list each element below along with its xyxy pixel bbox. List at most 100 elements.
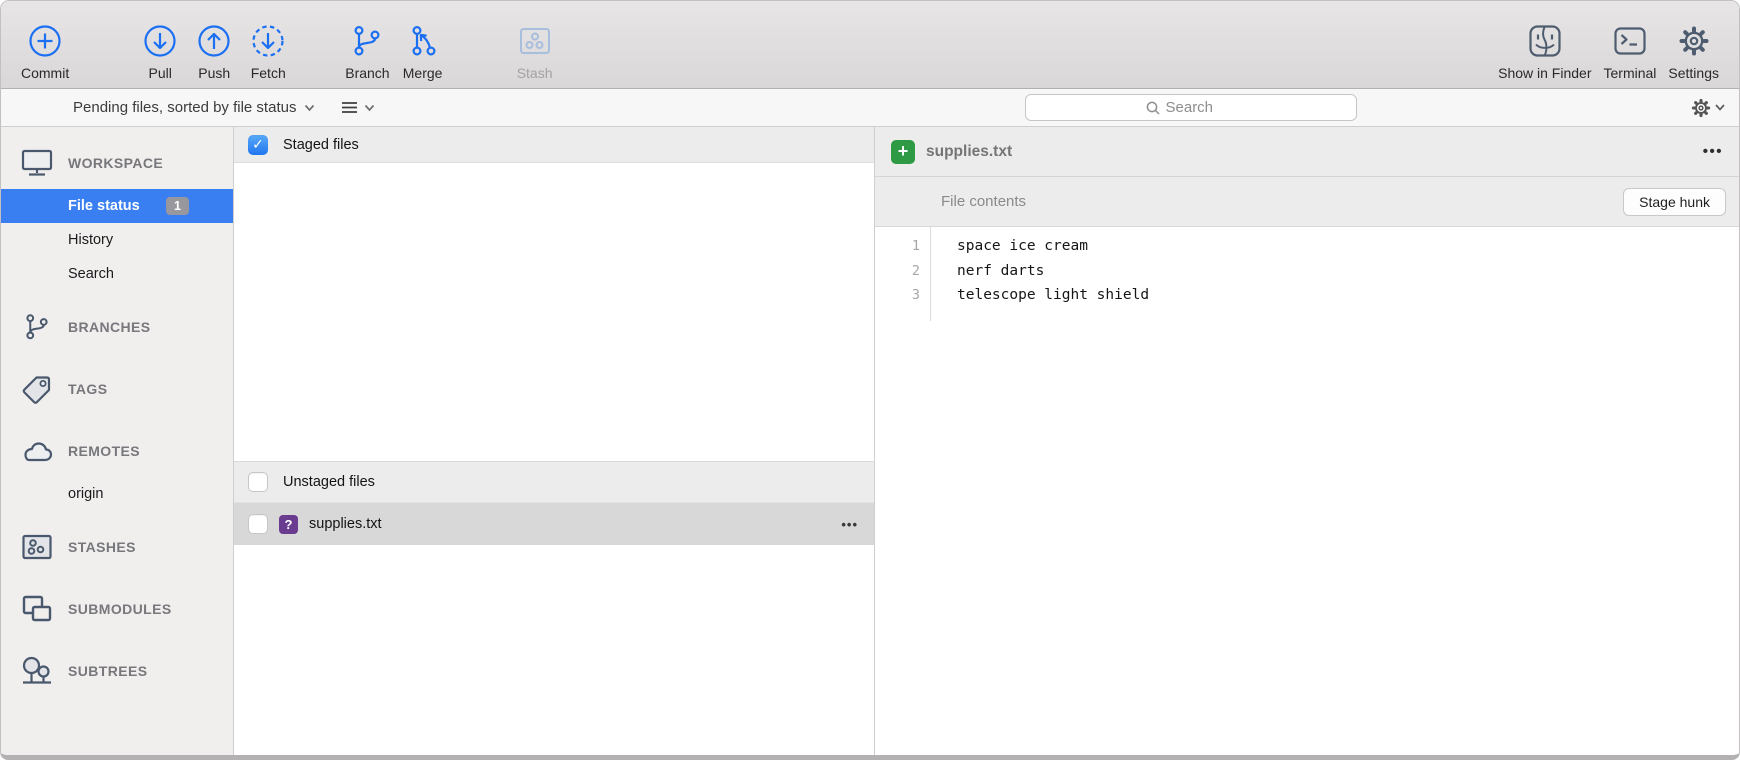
sidebar: WORKSPACE File status 1 History Search <box>1 127 234 755</box>
sidebar-section-submodules[interactable]: SUBMODULES <box>1 583 233 635</box>
stash-icon <box>516 19 554 63</box>
push-icon <box>195 19 233 63</box>
sidebar-section-workspace[interactable]: WORKSPACE <box>1 137 233 189</box>
unstaged-files-header: Unstaged files <box>234 461 874 503</box>
sidebar-section-subtrees[interactable]: SUBTREES <box>1 645 233 697</box>
merge-icon <box>404 19 442 63</box>
line-number: 1 <box>875 234 930 259</box>
stash-button[interactable]: Stash <box>508 1 562 88</box>
show-in-finder-label: Show in Finder <box>1498 65 1591 81</box>
pull-button[interactable]: Pull <box>133 1 187 88</box>
sidebar-item-search[interactable]: Search <box>1 257 233 291</box>
list-options-dropdown[interactable] <box>341 101 375 114</box>
sidebar-section-label: STASHES <box>68 539 136 555</box>
terminal-label: Terminal <box>1604 65 1657 81</box>
hunk-header: File contents Stage hunk <box>875 177 1739 227</box>
file-row-supplies[interactable]: ? supplies.txt ••• <box>234 503 874 545</box>
sidebar-section-label: SUBTREES <box>68 663 147 679</box>
sidebar-item-label: Search <box>68 266 114 282</box>
sidebar-section-branches[interactable]: BRANCHES <box>1 301 233 353</box>
hunk-title: File contents <box>941 193 1026 210</box>
commit-button[interactable]: Commit <box>15 1 75 88</box>
file-name: supplies.txt <box>309 516 382 532</box>
settings-label: Settings <box>1668 65 1719 81</box>
staged-files-checkbox[interactable]: ✓ <box>248 135 268 155</box>
sidebar-item-label: File status <box>68 198 140 214</box>
gear-icon <box>1676 19 1712 63</box>
code-line: nerf darts <box>957 259 1739 284</box>
file-status-list: ✓ Staged files Unstaged files ? supplies… <box>234 127 875 755</box>
branch-icon <box>19 311 55 343</box>
toolbar: Commit Pull Push Fetch Branch <box>1 1 1739 89</box>
panel-settings-dropdown[interactable] <box>1690 97 1725 119</box>
sidebar-item-file-status[interactable]: File status 1 <box>1 189 233 223</box>
commit-icon <box>26 19 64 63</box>
search-field[interactable] <box>1025 94 1357 121</box>
sidebar-section-label: WORKSPACE <box>68 155 163 171</box>
branch-button[interactable]: Branch <box>339 1 395 88</box>
search-icon <box>1146 101 1160 115</box>
pull-icon <box>141 19 179 63</box>
cloud-icon <box>19 437 55 465</box>
stash-label: Stash <box>517 65 553 81</box>
monitor-icon <box>19 147 55 179</box>
unstaged-files-checkbox[interactable] <box>248 472 268 492</box>
staged-files-label: Staged files <box>283 137 359 153</box>
staged-files-header: ✓ Staged files <box>234 127 874 163</box>
terminal-button[interactable]: Terminal <box>1598 1 1663 88</box>
stage-hunk-button[interactable]: Stage hunk <box>1623 188 1726 216</box>
view-mode-dropdown[interactable]: Pending files, sorted by file status <box>73 99 315 116</box>
sidebar-item-label: origin <box>68 486 103 502</box>
push-label: Push <box>198 65 230 81</box>
file-contents-view: 1 2 3 space ice cream nerf darts telesco… <box>875 227 1739 755</box>
sidebar-section-tags[interactable]: TAGS <box>1 363 233 415</box>
sidebar-item-label: History <box>68 232 113 248</box>
added-plus-badge: + <box>891 140 915 164</box>
sidebar-section-label: TAGS <box>68 381 107 397</box>
diff-file-header: + supplies.txt ••• <box>875 127 1739 177</box>
commit-label: Commit <box>21 65 69 81</box>
branch-label: Branch <box>345 65 389 81</box>
gear-icon <box>1690 97 1712 119</box>
unstaged-files-label: Unstaged files <box>283 474 375 490</box>
filter-bar-right <box>642 89 1739 126</box>
merge-button[interactable]: Merge <box>396 1 450 88</box>
sidebar-section-remotes[interactable]: REMOTES <box>1 425 233 477</box>
main-area: Pending files, sorted by file status <box>1 89 1739 755</box>
stash-box-icon <box>19 532 55 562</box>
submodules-icon <box>19 593 55 625</box>
fetch-button[interactable]: Fetch <box>241 1 295 88</box>
line-number-gutter: 1 2 3 <box>875 227 931 321</box>
toolbar-right-group: Show in Finder Terminal Settings <box>1492 1 1725 88</box>
line-number: 3 <box>875 283 930 308</box>
search-input[interactable] <box>1166 99 1236 116</box>
sidebar-item-origin[interactable]: origin <box>1 477 233 511</box>
sidebar-section-label: SUBMODULES <box>68 601 172 617</box>
diff-file-name: supplies.txt <box>926 143 1012 161</box>
settings-button[interactable]: Settings <box>1662 1 1725 88</box>
diff-panel: + supplies.txt ••• File contents Stage h… <box>875 127 1739 755</box>
fetch-icon <box>249 19 287 63</box>
diff-more-button[interactable]: ••• <box>1703 143 1723 160</box>
staged-files-empty-area <box>234 163 874 461</box>
chevron-down-icon <box>304 104 315 112</box>
finder-icon <box>1527 19 1563 63</box>
push-button[interactable]: Push <box>187 1 241 88</box>
sidebar-section-stashes[interactable]: STASHES <box>1 521 233 573</box>
code-lines: space ice cream nerf darts telescope lig… <box>875 227 1739 308</box>
chevron-down-icon <box>364 104 375 112</box>
sidebar-item-history[interactable]: History <box>1 223 233 257</box>
sidebar-section-label: BRANCHES <box>68 319 151 335</box>
branch-icon <box>348 19 386 63</box>
filter-bar-left: Pending files, sorted by file status <box>1 99 642 116</box>
list-view-icon <box>341 101 358 114</box>
filter-bar: Pending files, sorted by file status <box>1 89 1739 127</box>
terminal-icon <box>1612 19 1648 63</box>
file-more-button[interactable]: ••• <box>841 517 858 532</box>
view-mode-label: Pending files, sorted by file status <box>73 99 296 116</box>
code-line: space ice cream <box>957 234 1739 259</box>
pull-label: Pull <box>149 65 172 81</box>
file-checkbox[interactable] <box>248 514 268 534</box>
show-in-finder-button[interactable]: Show in Finder <box>1492 1 1597 88</box>
line-number: 2 <box>875 259 930 284</box>
